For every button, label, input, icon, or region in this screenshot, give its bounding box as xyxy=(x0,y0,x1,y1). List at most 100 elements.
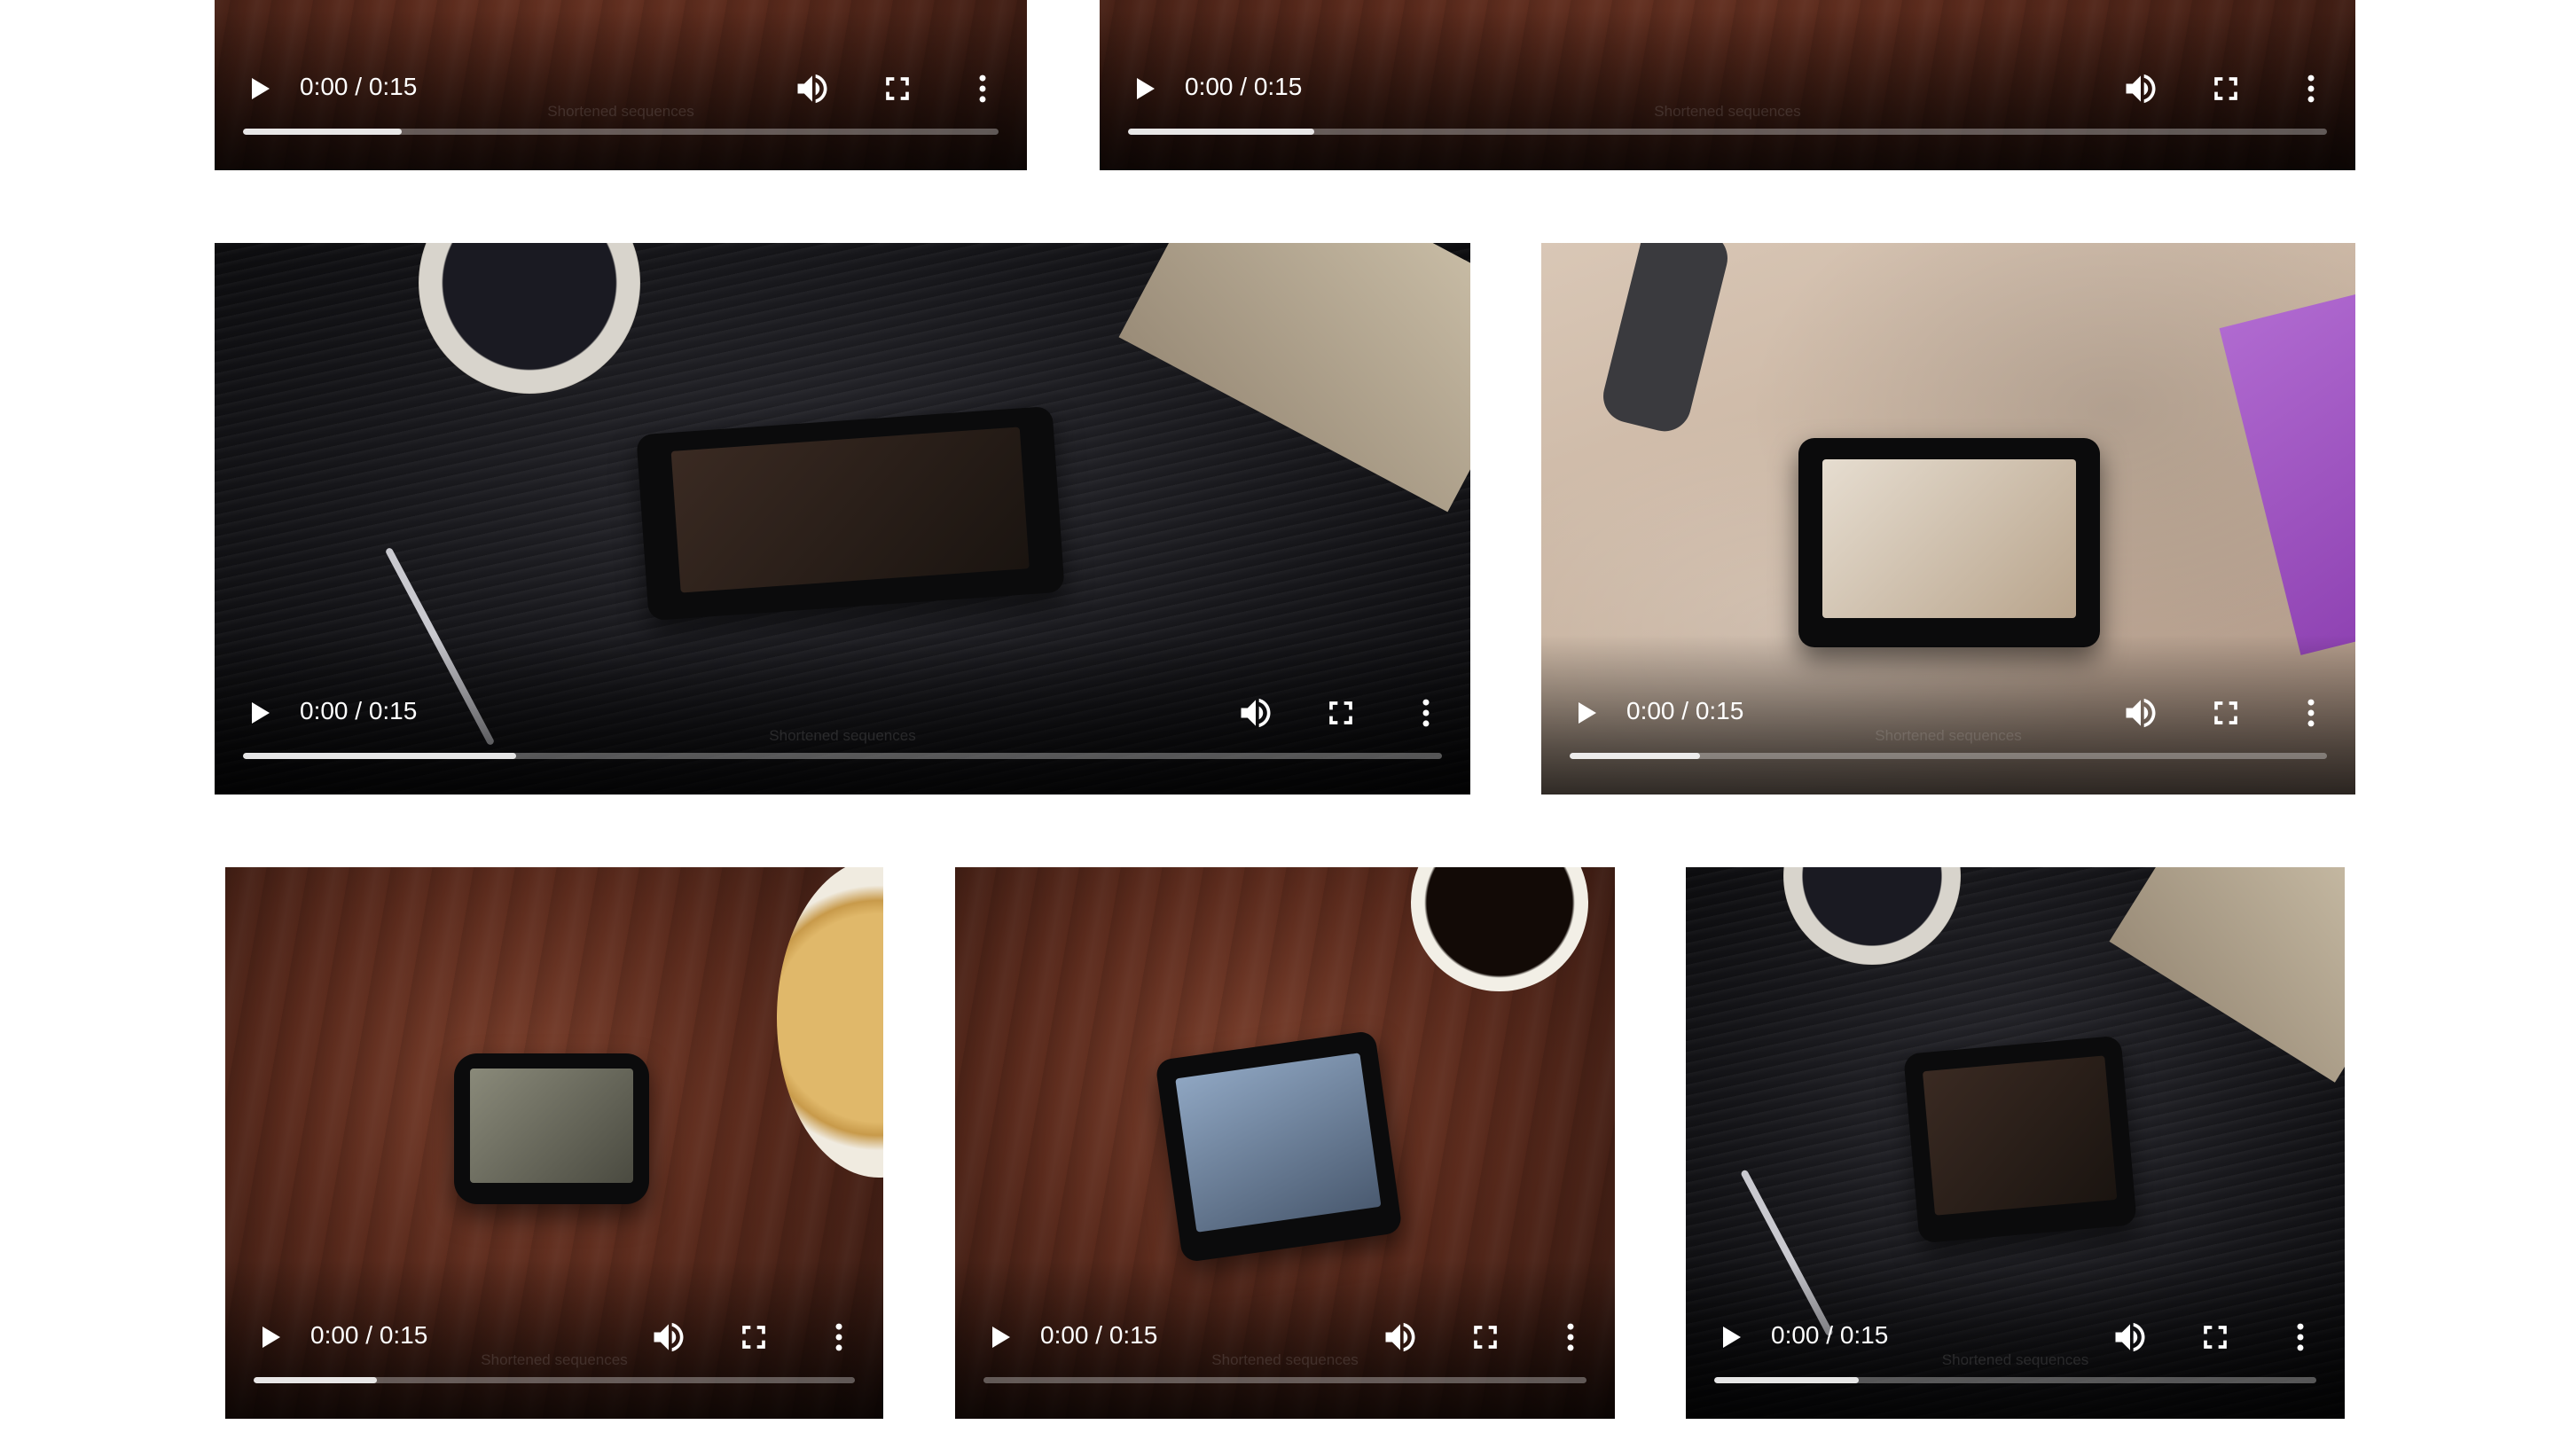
video-controls: Shortened sequences 0:00 / 0:15 xyxy=(215,11,1027,170)
fullscreen-icon xyxy=(742,1326,765,1349)
tablet xyxy=(1798,438,2100,647)
volume-icon xyxy=(1385,1322,1415,1352)
buffered-fill xyxy=(1570,753,1700,759)
progress-bar[interactable] xyxy=(1570,753,2327,759)
buffered-fill xyxy=(1714,1377,1859,1383)
progress-bar[interactable] xyxy=(1714,1377,2316,1383)
tablet xyxy=(1155,1029,1403,1264)
mute-button[interactable] xyxy=(649,1318,688,1357)
video-caption: Shortened sequences xyxy=(769,727,916,744)
play-button[interactable] xyxy=(1714,1319,1750,1355)
video-controls: Shortened sequences 0:00 / 0:15 xyxy=(1541,635,2355,795)
fullscreen-button[interactable] xyxy=(734,1318,773,1357)
mute-button[interactable] xyxy=(2111,1318,2150,1357)
tablet-screen xyxy=(670,427,1030,593)
more-options-button[interactable] xyxy=(2292,693,2331,732)
tablet-screen xyxy=(1822,458,2076,618)
fullscreen-icon xyxy=(2214,77,2237,100)
play-icon xyxy=(262,1327,280,1348)
more-options-button[interactable] xyxy=(2281,1318,2320,1357)
mute-button[interactable] xyxy=(1236,693,1275,732)
progress-bar[interactable] xyxy=(243,753,1442,759)
play-button[interactable] xyxy=(1128,71,1163,106)
fullscreen-button[interactable] xyxy=(2196,1318,2235,1357)
play-icon xyxy=(252,78,270,99)
buffered-fill xyxy=(243,129,402,135)
play-button[interactable] xyxy=(243,695,278,731)
video-controls: Shortened sequences 0:00 / 0:15 xyxy=(1686,1259,2345,1419)
video-controls: Shortened sequences 0:00 / 0:15 xyxy=(215,635,1470,795)
video-controls: Shortened sequences 0:00 / 0:15 xyxy=(1100,11,2355,170)
play-icon xyxy=(992,1327,1010,1348)
video-controls: Shortened sequences 0:00 / 0:15 xyxy=(955,1259,1615,1419)
more-options-button[interactable] xyxy=(819,1318,858,1357)
more-options-button[interactable] xyxy=(963,69,1002,108)
play-button[interactable] xyxy=(243,71,278,106)
time-display: 0:00 / 0:15 xyxy=(310,1321,428,1349)
video-caption: Shortened sequences xyxy=(1211,1351,1359,1368)
play-icon xyxy=(1579,702,1596,724)
tablet-screen xyxy=(1922,1055,2118,1216)
fullscreen-button[interactable] xyxy=(2206,69,2245,108)
buffered-fill xyxy=(254,1377,377,1383)
more-options-icon xyxy=(979,74,986,103)
more-options-icon xyxy=(2307,699,2315,727)
fullscreen-button[interactable] xyxy=(1466,1318,1505,1357)
volume-icon xyxy=(797,74,827,104)
tablet xyxy=(1903,1035,2137,1244)
fullscreen-icon xyxy=(2204,1326,2227,1349)
more-options-icon xyxy=(835,1323,842,1351)
video-caption: Shortened sequences xyxy=(1654,103,1801,120)
volume-icon xyxy=(1241,698,1271,728)
more-options-button[interactable] xyxy=(2292,69,2331,108)
fullscreen-icon xyxy=(1329,701,1352,724)
time-display: 0:00 / 0:15 xyxy=(1626,697,1744,724)
progress-bar[interactable] xyxy=(983,1377,1586,1383)
play-icon xyxy=(252,702,270,724)
buffered-fill xyxy=(243,753,517,759)
fullscreen-button[interactable] xyxy=(1321,693,1360,732)
mute-button[interactable] xyxy=(2121,69,2160,108)
phone xyxy=(454,1053,649,1204)
more-options-icon xyxy=(1567,1323,1574,1351)
mute-button[interactable] xyxy=(2121,693,2160,732)
video-player-3[interactable]: Shortened sequences 0:00 / 0:15 xyxy=(215,243,1470,795)
volume-icon xyxy=(2115,1322,2145,1352)
video-player-6[interactable]: Shortened sequences 0:00 / 0:15 xyxy=(955,867,1615,1419)
volume-icon xyxy=(2126,698,2156,728)
video-controls: Shortened sequences 0:00 / 0:15 xyxy=(225,1259,883,1419)
more-options-icon xyxy=(2307,74,2315,103)
fullscreen-icon xyxy=(2214,701,2237,724)
mute-button[interactable] xyxy=(1381,1318,1420,1357)
more-options-icon xyxy=(2297,1323,2304,1351)
mute-button[interactable] xyxy=(793,69,832,108)
video-player-1[interactable]: Shortened sequences 0:00 / 0:15 xyxy=(215,0,1027,170)
video-player-5[interactable]: Shortened sequences 0:00 / 0:15 xyxy=(225,867,883,1419)
progress-bar[interactable] xyxy=(1128,129,2327,135)
time-display: 0:00 / 0:15 xyxy=(300,73,418,100)
play-icon xyxy=(1137,78,1155,99)
more-options-icon xyxy=(1422,699,1430,727)
fullscreen-icon xyxy=(886,77,909,100)
tablet-screen xyxy=(1175,1053,1382,1233)
buffered-fill xyxy=(1128,129,1314,135)
fullscreen-button[interactable] xyxy=(878,69,917,108)
video-player-2[interactable]: Shortened sequences 0:00 / 0:15 xyxy=(1100,0,2355,170)
volume-icon xyxy=(654,1322,684,1352)
play-button[interactable] xyxy=(1570,695,1605,731)
more-options-button[interactable] xyxy=(1406,693,1445,732)
video-player-4[interactable]: Shortened sequences 0:00 / 0:15 xyxy=(1541,243,2355,795)
video-player-7[interactable]: Shortened sequences 0:00 / 0:15 xyxy=(1686,867,2345,1419)
play-button[interactable] xyxy=(983,1319,1019,1355)
play-icon xyxy=(1723,1327,1741,1348)
more-options-button[interactable] xyxy=(1551,1318,1590,1357)
tablet xyxy=(636,405,1065,622)
progress-bar[interactable] xyxy=(243,129,999,135)
volume-icon xyxy=(2126,74,2156,104)
time-display: 0:00 / 0:15 xyxy=(300,697,418,724)
fullscreen-button[interactable] xyxy=(2206,693,2245,732)
time-display: 0:00 / 0:15 xyxy=(1185,73,1303,100)
play-button[interactable] xyxy=(254,1319,289,1355)
time-display: 0:00 / 0:15 xyxy=(1040,1321,1158,1349)
progress-bar[interactable] xyxy=(254,1377,855,1383)
